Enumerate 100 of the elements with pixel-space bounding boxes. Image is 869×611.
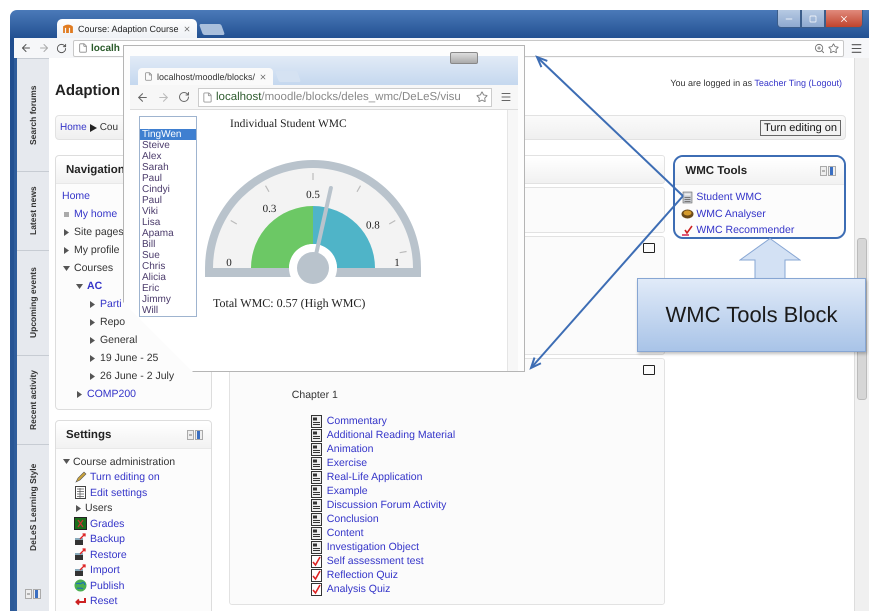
user-link[interactable]: Teacher Ting (754, 78, 806, 88)
list-option[interactable]: Lisa (140, 217, 196, 228)
reload-icon[interactable] (56, 42, 67, 54)
close-button[interactable] (825, 10, 863, 28)
minimize-button[interactable] (777, 10, 801, 28)
menu-link[interactable]: Reset (90, 595, 118, 608)
activity-link[interactable]: Commentary (326, 415, 387, 427)
activity-link[interactable]: Content (326, 527, 364, 539)
activity-link[interactable]: Self assessment test (326, 555, 424, 567)
address-bar[interactable]: localhost/moodle/blocks/deles_wmc/DeLeS/visu (198, 88, 492, 106)
menu-link[interactable]: Turn editing on (90, 471, 160, 484)
sidebar-tab[interactable]: DeLeS Learning Style (17, 444, 49, 570)
back-icon[interactable] (20, 42, 32, 54)
list-option[interactable]: Bill (140, 239, 196, 250)
menu-item[interactable]: Users (85, 502, 112, 514)
nav-link[interactable]: My home (74, 208, 118, 220)
dock-icon[interactable] (820, 166, 836, 176)
menu-icon[interactable] (500, 91, 512, 103)
menu-link[interactable]: Backup (90, 533, 126, 546)
back-icon[interactable] (136, 90, 149, 104)
breadcrumb-link[interactable]: Cou (100, 122, 118, 133)
list-option[interactable]: Sue (140, 250, 196, 261)
activity-link[interactable]: Additional Reading Material (326, 429, 456, 441)
list-option[interactable]: Paul (140, 173, 196, 184)
expand-arrow-icon[interactable] (88, 372, 96, 380)
logout-link[interactable]: (Logout) (808, 78, 842, 88)
close-icon[interactable] (259, 72, 268, 80)
activity-link[interactable]: Exercise (326, 457, 368, 469)
menu-link[interactable]: Edit settings (90, 486, 148, 499)
dock-icon[interactable] (25, 589, 41, 599)
window-control-button[interactable] (450, 52, 478, 64)
menu-item[interactable]: Course administration (73, 456, 176, 468)
dock-icon[interactable] (186, 430, 203, 440)
list-option[interactable]: Viki (140, 206, 196, 217)
activity-link[interactable]: Animation (326, 443, 374, 455)
menu-link[interactable]: Import (90, 564, 120, 576)
list-option[interactable]: Sarah (140, 162, 196, 173)
star-icon[interactable] (828, 42, 839, 54)
list-option[interactable]: TingWen (140, 129, 196, 140)
menu-link[interactable]: Grades (90, 518, 124, 530)
list-option[interactable]: Cindyi (140, 184, 196, 195)
list-option[interactable]: Alex (140, 151, 196, 162)
square-icon[interactable] (643, 365, 656, 375)
list-option[interactable]: Jimmy (140, 294, 196, 305)
nav-link[interactable]: Home (62, 190, 90, 202)
nav-link[interactable]: AC (87, 280, 102, 292)
square-icon[interactable] (643, 243, 656, 253)
nav-item[interactable]: Repo (100, 316, 126, 328)
expand-arrow-icon[interactable] (62, 458, 70, 466)
nav-item[interactable]: General (100, 334, 138, 346)
list-option[interactable]: Paul (140, 195, 196, 206)
list-option[interactable]: Alicia (140, 272, 196, 283)
nav-item[interactable]: 26 June - 2 July (100, 370, 174, 382)
tool-link[interactable]: WMC Analyser (696, 208, 766, 220)
menu-icon[interactable] (850, 42, 863, 54)
maximize-button[interactable] (801, 10, 825, 28)
breadcrumb-link[interactable]: Home (60, 122, 87, 133)
star-icon[interactable] (476, 91, 488, 103)
expand-arrow-icon[interactable] (62, 264, 70, 272)
student-list[interactable]: TingWen Steive Alex Sarah Paul Cindyi Paul Viki Lisa Apama Bill Sue Chris Alicia Eric Jimmy Will (139, 116, 197, 317)
list-option[interactable]: Eric (140, 283, 196, 294)
expand-arrow-icon[interactable] (88, 336, 96, 344)
zoom-icon[interactable] (814, 42, 825, 54)
list-option[interactable]: Will (140, 305, 196, 316)
activity-link[interactable]: Analysis Quiz (326, 583, 390, 595)
activity-link[interactable]: Real-Life Application (326, 471, 422, 483)
activity-link[interactable]: Example (326, 485, 368, 497)
nav-item[interactable]: My profile (74, 244, 120, 256)
activity-link[interactable]: Investigation Object (326, 541, 419, 553)
nav-link[interactable]: COMP200 (87, 388, 136, 400)
expand-arrow-icon[interactable] (88, 300, 96, 308)
expand-arrow-icon[interactable] (62, 246, 70, 254)
list-option[interactable]: Steive (140, 140, 196, 151)
sidebar-tab[interactable]: Latest news (17, 171, 49, 250)
browser-tab[interactable]: localhost/moodle/blocks/ (138, 68, 274, 85)
close-icon[interactable] (182, 24, 191, 32)
edit-button[interactable]: Turn editing on (760, 120, 841, 136)
expand-arrow-icon[interactable] (74, 504, 82, 512)
nav-link[interactable]: Parti (100, 298, 122, 310)
browser-tab[interactable]: Course: Adaption Course (57, 19, 197, 38)
list-option[interactable]: Chris (140, 261, 196, 272)
tool-link[interactable]: WMC Recommender (696, 224, 794, 236)
sidebar-tab[interactable]: Upcoming events (17, 250, 49, 355)
tool-link[interactable]: Student WMC (696, 191, 762, 204)
sidebar-tab[interactable]: Recent activity (17, 355, 49, 444)
menu-link[interactable]: Publish (90, 580, 124, 592)
expand-arrow-icon[interactable] (88, 318, 96, 326)
activity-link[interactable]: Reflection Quiz (326, 569, 398, 581)
expand-arrow-icon[interactable] (88, 354, 96, 362)
list-option[interactable]: Apama (140, 228, 196, 239)
new-tab-button[interactable] (198, 24, 225, 35)
nav-item[interactable]: Site pages (74, 226, 124, 238)
activity-link[interactable]: Conclusion (326, 513, 379, 525)
expand-arrow-icon[interactable] (76, 282, 82, 290)
expand-arrow-icon[interactable] (76, 390, 82, 398)
activity-link[interactable]: Discussion Forum Activity (326, 499, 446, 511)
nav-item[interactable]: 19 June - 25 (100, 352, 158, 364)
reload-icon[interactable] (178, 91, 190, 103)
menu-link[interactable]: Restore (90, 548, 127, 561)
sidebar-tab[interactable]: Search forums (17, 58, 49, 171)
